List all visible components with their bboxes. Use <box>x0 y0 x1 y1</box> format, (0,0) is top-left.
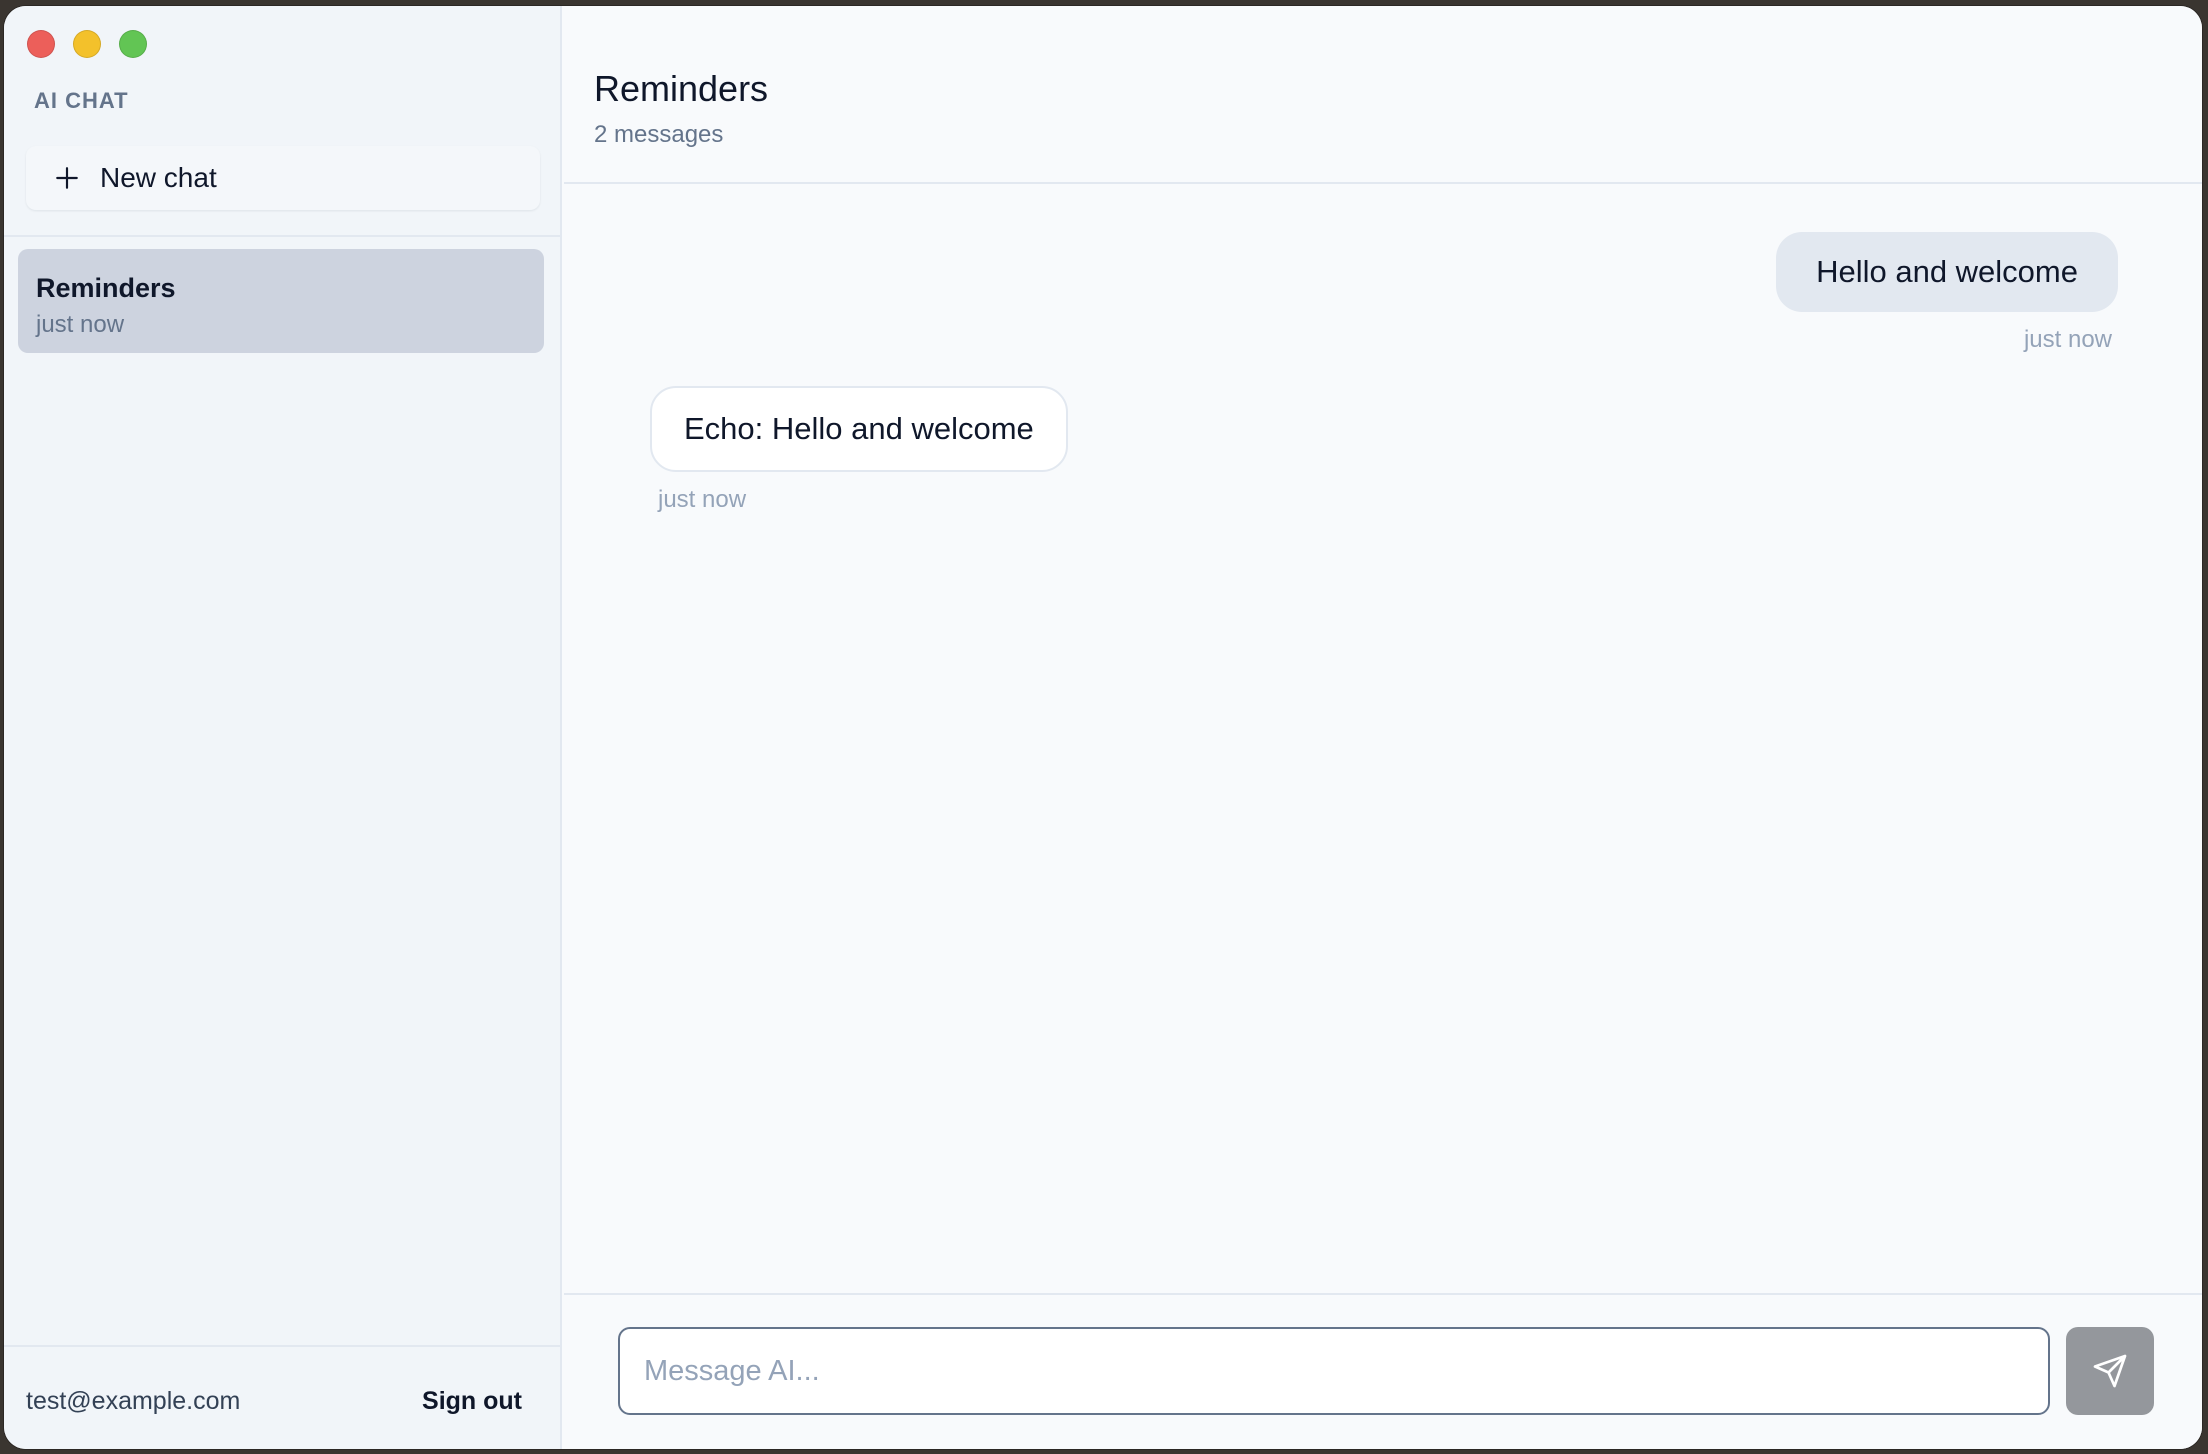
sidebar-footer: test@example.com Sign out <box>4 1345 560 1449</box>
chat-list-item-reminders[interactable]: Reminders just now <box>18 249 544 353</box>
chat-item-time: just now <box>36 311 125 338</box>
sidebar: AI CHAT New chat Reminders just now test… <box>4 6 562 1449</box>
user-email: test@example.com <box>26 1387 241 1415</box>
app-window: AI CHAT New chat Reminders just now test… <box>4 6 2202 1449</box>
window-maximize-button[interactable] <box>119 30 147 58</box>
window-close-button[interactable] <box>27 30 55 58</box>
message-count: 2 messages <box>594 121 724 148</box>
new-chat-button[interactable]: New chat <box>26 146 540 210</box>
plus-icon <box>56 167 78 189</box>
chat-title: Reminders <box>594 68 769 109</box>
sidebar-divider <box>4 235 560 237</box>
user-message-bubble: Hello and welcome <box>1776 232 2118 312</box>
composer <box>564 1293 2202 1449</box>
send-icon <box>2093 1354 2127 1388</box>
app-brand: AI CHAT <box>34 88 129 113</box>
chat-main: Reminders 2 messages Hello and welcome j… <box>564 6 2202 1449</box>
assistant-message-bubble: Echo: Hello and welcome <box>650 386 1068 472</box>
chat-header: Reminders 2 messages <box>564 6 2202 184</box>
message-input[interactable] <box>618 1327 2050 1415</box>
chat-item-title: Reminders <box>36 273 176 303</box>
window-minimize-button[interactable] <box>73 30 101 58</box>
assistant-message-time: just now <box>658 486 747 513</box>
new-chat-label: New chat <box>100 162 217 193</box>
send-button[interactable] <box>2066 1327 2154 1415</box>
sign-out-button[interactable]: Sign out <box>422 1387 522 1416</box>
message-list[interactable]: Hello and welcome just now Echo: Hello a… <box>564 186 2202 1293</box>
user-message-time: just now <box>2023 326 2112 353</box>
